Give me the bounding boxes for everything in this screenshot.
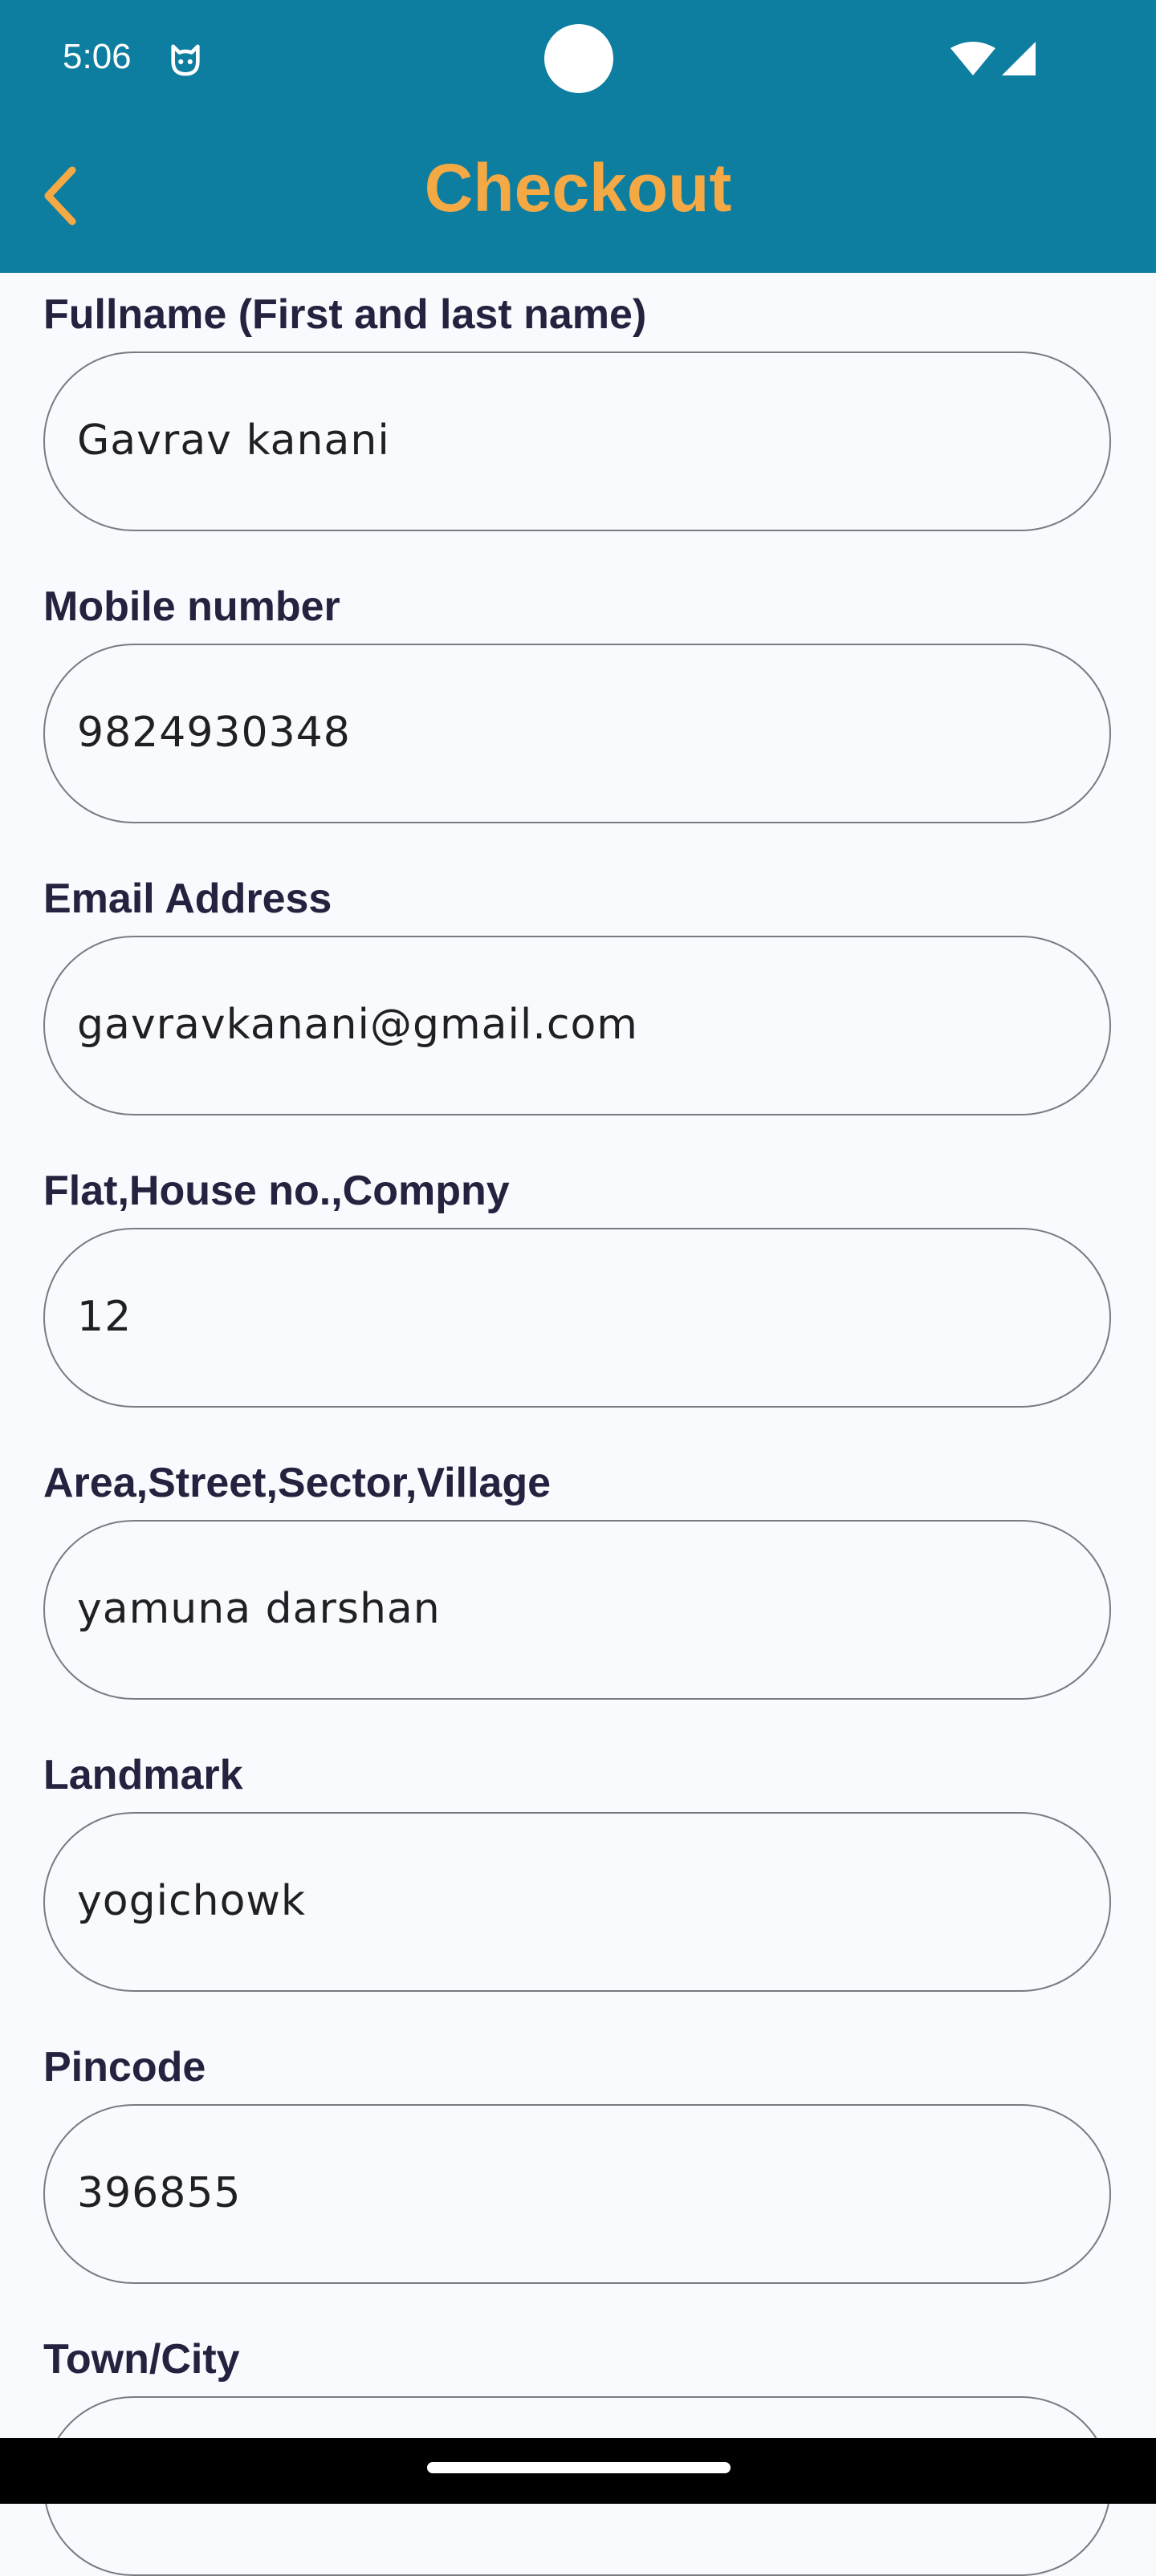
landmark-value: yogichowk — [77, 1877, 307, 1925]
flat-value: 12 — [77, 1293, 132, 1341]
landmark-label: Landmark — [43, 1752, 243, 1798]
mobile-label: Mobile number — [43, 583, 340, 630]
email-input[interactable]: gavravkanani@gmail.com — [43, 936, 1111, 1115]
email-value: gavravkanani@gmail.com — [77, 1001, 638, 1049]
wifi-icon — [950, 42, 995, 75]
system-nav-bar — [0, 2438, 1156, 2504]
mobile-input[interactable]: 9824930348 — [43, 644, 1111, 823]
flat-input[interactable]: 12 — [43, 1228, 1111, 1408]
area-input[interactable]: yamuna darshan — [43, 1520, 1111, 1700]
app-bar: 5:06 Checkout — [0, 0, 1156, 273]
email-label: Email Address — [43, 876, 332, 922]
fullname-label: Fullname (First and last name) — [43, 291, 647, 338]
cat-face-icon — [171, 44, 200, 76]
fullname-value: Gavrav kanani — [77, 416, 390, 465]
landmark-input[interactable]: yogichowk — [43, 1812, 1111, 1992]
camera-cutout — [544, 24, 613, 93]
pincode-value: 396855 — [77, 2169, 242, 2217]
status-time: 5:06 — [63, 37, 132, 76]
mobile-value: 9824930348 — [77, 709, 351, 757]
town-city-label: Town/City — [43, 2336, 240, 2383]
home-indicator[interactable] — [427, 2462, 731, 2473]
flat-label: Flat,House no.,Compny — [43, 1168, 510, 1214]
area-value: yamuna darshan — [77, 1585, 441, 1633]
signal-icon — [1002, 42, 1036, 75]
pincode-label: Pincode — [43, 2044, 206, 2090]
page-title: Checkout — [424, 150, 732, 226]
pincode-input[interactable]: 396855 — [43, 2104, 1111, 2284]
area-label: Area,Street,Sector,Village — [43, 1460, 552, 1506]
fullname-input[interactable]: Gavrav kanani — [43, 351, 1111, 531]
